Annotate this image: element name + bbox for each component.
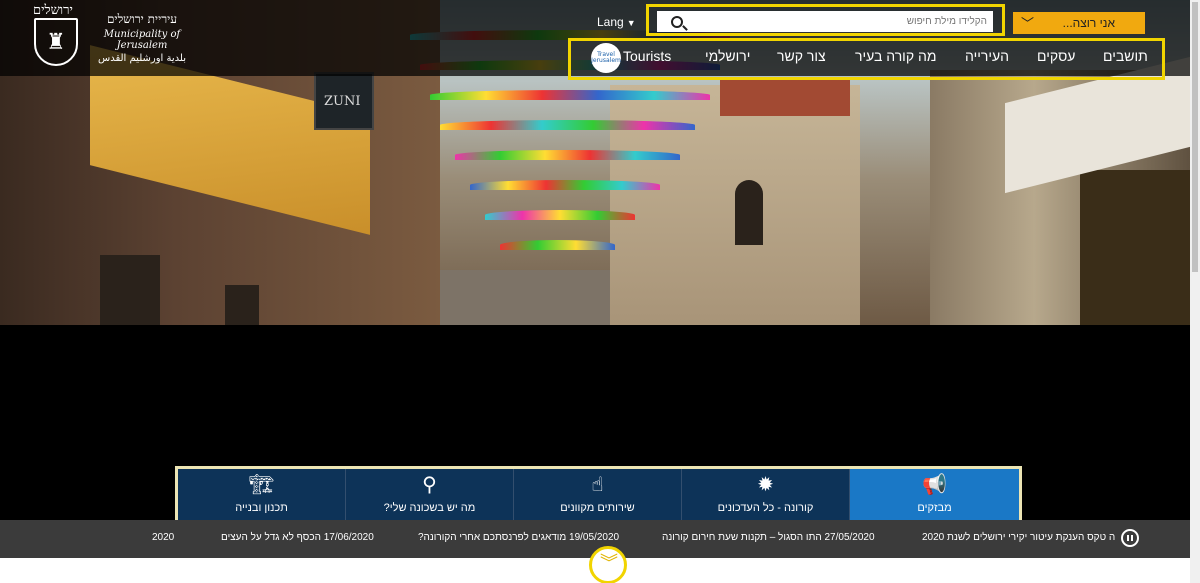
virus-icon: ✹ — [757, 472, 774, 496]
hero-umbrellas — [430, 90, 710, 100]
hero-window — [735, 180, 763, 245]
caret-down-icon: ▼ — [626, 18, 636, 28]
tile-label: קורונה - כל העדכונים — [717, 502, 814, 514]
municipality-logo-text[interactable]: עיריית ירושלים Municipality of Jerusalem… — [86, 12, 198, 64]
travel-jerusalem-badge-text: Travel Jerusalem — [591, 51, 621, 64]
ticker-item[interactable]: 17/06/2020 הכסף לא גדל על העצים — [221, 532, 374, 543]
hero-zuni-sign: ZUNI — [314, 72, 374, 130]
tile-online-services[interactable]: ☝ שירותים מקוונים — [513, 469, 681, 520]
hero-window — [225, 285, 259, 325]
hero-umbrellas — [470, 180, 660, 190]
ticker-item[interactable]: 19/05/2020 מודאגים לפרנסתכם אחרי הקורונה… — [418, 532, 619, 543]
tile-news-flash[interactable]: 📢 מבזקים — [849, 469, 1019, 520]
scroll-down-button[interactable]: ︾ — [589, 546, 627, 583]
tile-my-neighborhood[interactable]: ⚲ מה יש בשכונה שלי? — [345, 469, 513, 520]
hero-roof — [720, 78, 850, 116]
hero-umbrellas — [455, 150, 680, 160]
main-nav: Travel Jerusalem תושבים עסקים העירייה מה… — [568, 38, 1165, 80]
search-icon[interactable] — [671, 16, 683, 28]
chevron-down-icon: ﹀ — [1021, 16, 1035, 31]
megaphone-icon: 📢 — [922, 472, 947, 496]
logo-english: Municipality of Jerusalem — [103, 29, 181, 51]
hero-street — [440, 270, 610, 325]
pointer-hand-icon: ☝ — [591, 472, 604, 496]
hero-window — [1080, 170, 1190, 325]
scrollbar-thumb[interactable] — [1192, 2, 1198, 272]
tile-label: תכנון ובנייה — [235, 502, 288, 514]
i-want-label: אני רוצה... — [1062, 16, 1115, 30]
language-selector[interactable]: Lang ▼ — [597, 15, 636, 29]
search-box — [646, 4, 1005, 36]
tile-label: שירותים מקוונים — [560, 502, 635, 514]
nav-item-residents[interactable]: תושבים — [1103, 48, 1148, 64]
tile-label: מה יש בשכונה שלי? — [383, 502, 476, 514]
quick-services-bar: 🏗 תכנון ובנייה ⚲ מה יש בשכונה שלי? ☝ שיר… — [175, 466, 1022, 523]
lion-emblem-icon[interactable]: ♜ — [34, 18, 78, 66]
ticker-item[interactable]: ה טקס הענקת עיטור יקירי ירושלים לשנת 202… — [922, 532, 1115, 543]
language-label: Lang — [597, 15, 624, 29]
nav-item-business[interactable]: עסקים — [1037, 48, 1075, 64]
nav-item-municipality[interactable]: העירייה — [965, 48, 1009, 64]
hero-umbrellas — [440, 120, 695, 130]
nav-item-yerushalmi[interactable]: ירושלמי — [705, 48, 750, 64]
hero-window — [100, 255, 160, 325]
ticker-item[interactable]: 27/05/2020 התו הסגול – תקנות שעת חירום ק… — [662, 532, 875, 543]
travel-jerusalem-badge[interactable]: Travel Jerusalem — [591, 43, 621, 73]
page: ZUNI ירושלים ♜ עיריית ירושלים Municipali… — [0, 0, 1200, 583]
logo-arabic: بلدية اورشليم القدس — [98, 53, 186, 64]
tile-planning-building[interactable]: 🏗 תכנון ובנייה — [178, 469, 345, 520]
nav-item-whats-happening[interactable]: מה קורה בעיר — [855, 48, 936, 64]
page-scrollbar[interactable] — [1190, 0, 1200, 583]
search-input[interactable] — [657, 11, 993, 32]
building-crane-icon: 🏗 — [248, 472, 275, 496]
site-header: ירושלים ♜ עיריית ירושלים Municipality of… — [0, 0, 1190, 80]
logo-hebrew: עיריית ירושלים — [106, 12, 178, 26]
pause-icon[interactable] — [1121, 529, 1139, 547]
nav-item-contact[interactable]: צור קשר — [777, 48, 826, 64]
hero-umbrellas — [485, 210, 635, 220]
tile-corona-updates[interactable]: ✹ קורונה - כל העדכונים — [681, 469, 849, 520]
i-want-dropdown[interactable]: אני רוצה... ﹀ — [1013, 12, 1145, 34]
map-pin-icon: ⚲ — [422, 472, 437, 496]
double-chevron-down-icon: ︾ — [600, 553, 618, 574]
hero-umbrellas — [500, 240, 615, 250]
logo-top-text: ירושלים — [33, 3, 73, 18]
ticker-item[interactable]: 2020 — [152, 532, 174, 543]
nav-item-tourists[interactable]: Tourists — [623, 48, 671, 64]
tile-label: מבזקים — [917, 502, 952, 514]
